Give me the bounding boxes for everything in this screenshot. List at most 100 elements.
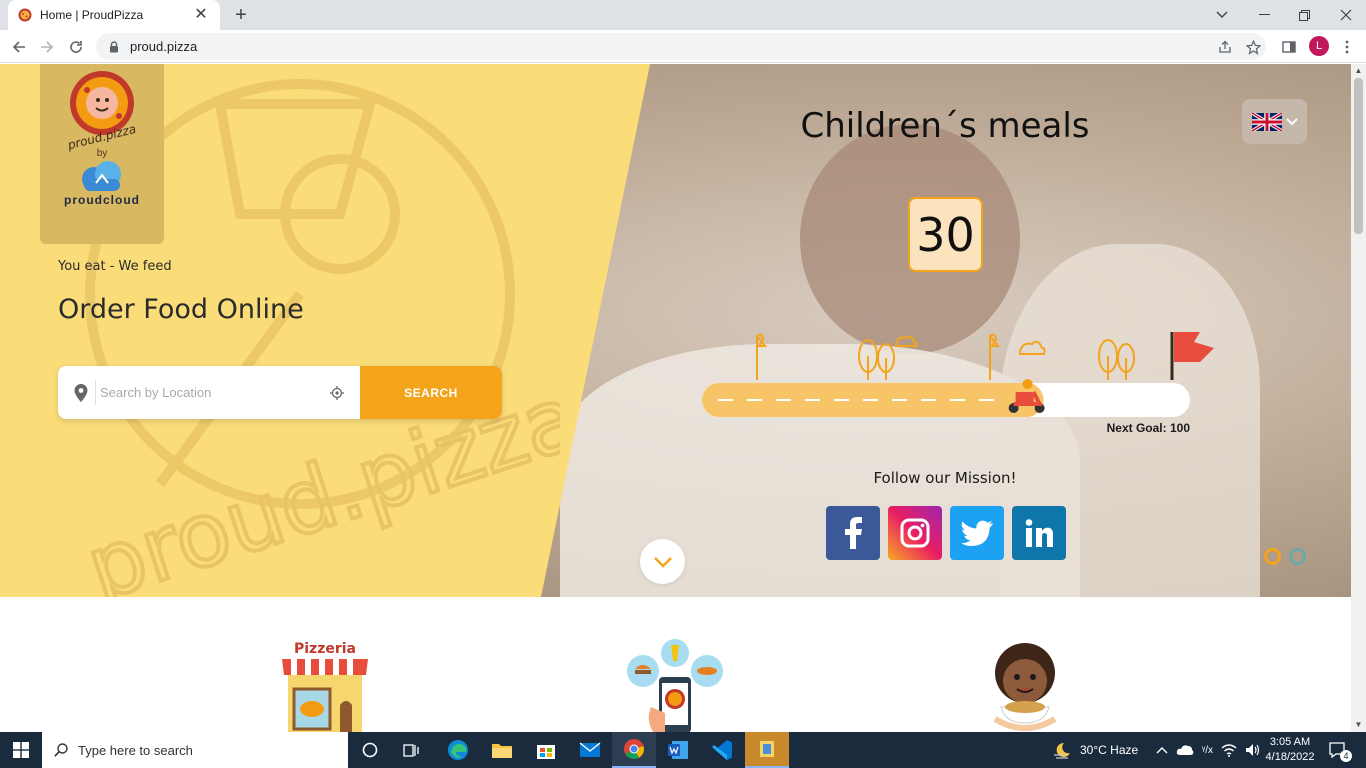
svg-text:Pizzeria: Pizzeria: [294, 641, 356, 657]
instagram-button[interactable]: [888, 506, 942, 560]
page-viewport: proud.pizza proud.pizza by proudcloud Yo…: [0, 64, 1351, 732]
scroll-down-button[interactable]: [640, 539, 685, 584]
clock-date: 4/18/2022: [1265, 751, 1315, 763]
tree-icon: [1098, 339, 1135, 380]
system-clock[interactable]: 3:05 AM 4/18/2022: [1260, 735, 1320, 765]
sticky-app-icon[interactable]: [745, 732, 789, 768]
minimize-icon[interactable]: [1244, 0, 1284, 30]
goal-flag-icon: [1170, 332, 1214, 380]
search-icon: [54, 743, 68, 757]
next-goal-label: Next Goal: 100: [1106, 421, 1190, 435]
edge-browser-icon[interactable]: [436, 732, 480, 768]
tab-title: Home | ProudPizza: [40, 8, 144, 22]
chevron-down-icon: [653, 556, 672, 568]
file-explorer-icon[interactable]: [480, 732, 524, 768]
browser-tab[interactable]: Home | ProudPizza ✕: [8, 0, 220, 30]
cloud-icon: [895, 335, 918, 347]
scroll-thumb[interactable]: [1354, 78, 1363, 234]
forward-icon[interactable]: [36, 36, 58, 58]
tree-icon: [858, 339, 895, 380]
taskbar-search-box[interactable]: Type here to search: [42, 732, 348, 768]
vscode-icon[interactable]: [700, 732, 744, 768]
facebook-icon: [845, 517, 862, 549]
brand-by-label: by: [96, 148, 108, 159]
map-pin-icon: [74, 384, 88, 402]
taskbar-search-placeholder: Type here to search: [78, 742, 193, 758]
search-divider: [95, 380, 96, 405]
hero-section: proud.pizza proud.pizza by proudcloud Yo…: [0, 64, 1351, 597]
notification-badge: 4: [1340, 750, 1352, 762]
system-tray: ᵞ/x: [1156, 732, 1261, 768]
proudcloud-logo-icon: [82, 161, 121, 191]
chevron-up-icon[interactable]: [1156, 746, 1168, 754]
clock-time: 3:05 AM: [1269, 736, 1311, 748]
new-tab-icon[interactable]: +: [230, 4, 252, 26]
wifi-icon[interactable]: [1221, 743, 1237, 757]
brand-logo-box[interactable]: proud.pizza by proudcloud: [40, 64, 164, 244]
lock-icon: [110, 40, 118, 52]
weather-widget[interactable]: 30°C Haze: [1052, 732, 1138, 768]
scroll-up-arrow-icon[interactable]: ▲: [1351, 64, 1366, 78]
facebook-button[interactable]: [826, 506, 880, 560]
back-icon[interactable]: [8, 36, 30, 58]
location-search-input[interactable]: [100, 366, 320, 419]
notification-center[interactable]: 4: [1328, 732, 1352, 768]
windows-logo-icon: [13, 742, 29, 758]
phone-order-icon: [627, 639, 723, 732]
cloud-icon: [1019, 340, 1046, 355]
lamp-post-icon: [755, 333, 768, 380]
linkedin-icon: [1025, 519, 1053, 547]
scroll-down-arrow-icon[interactable]: ▼: [1351, 718, 1366, 732]
weather-text: 30°C Haze: [1080, 743, 1139, 757]
search-button[interactable]: SEARCH: [360, 366, 502, 419]
address-bar[interactable]: proud.pizza: [96, 33, 1266, 60]
tagline: You eat - We feed: [58, 259, 172, 274]
windows-start-button[interactable]: [0, 732, 42, 768]
chrome-icon[interactable]: [612, 732, 656, 768]
partner-name: proudcloud: [64, 193, 140, 207]
mail-icon[interactable]: [568, 732, 612, 768]
lamp-post-icon: [988, 333, 1001, 380]
uk-flag-icon: [1251, 112, 1282, 131]
ime-indicator-icon[interactable]: ᵞ/x: [1202, 745, 1213, 756]
bookmark-star-icon[interactable]: [1242, 36, 1264, 58]
locate-me-icon[interactable]: [330, 386, 344, 400]
carousel-dot[interactable]: [1289, 548, 1306, 565]
browser-toolbar: proud.pizza L: [0, 30, 1366, 63]
language-selector[interactable]: [1242, 99, 1307, 144]
reload-icon[interactable]: [65, 36, 87, 58]
instagram-icon: [900, 518, 930, 548]
chevron-down-icon: [1285, 117, 1298, 125]
menu-kebab-icon[interactable]: [1336, 36, 1358, 58]
close-window-icon[interactable]: [1326, 0, 1366, 30]
pizza-favicon-icon: [18, 8, 32, 22]
windows-taskbar: Type here to search 30°C Haze ᵞ/x 3:05 A…: [0, 732, 1366, 768]
browser-tab-strip: Home | ProudPizza ✕ +: [0, 0, 1366, 30]
childrens-meals-title: Children´s meals: [800, 106, 1090, 146]
tab-close-icon[interactable]: ✕: [192, 6, 210, 24]
follow-mission-label: Follow our Mission!: [873, 469, 1017, 487]
restore-icon[interactable]: [1284, 0, 1324, 30]
cortana-icon[interactable]: [348, 732, 392, 768]
carousel-dot-active[interactable]: [1264, 548, 1281, 565]
share-icon[interactable]: [1214, 36, 1236, 58]
features-section: Pizzeria: [0, 597, 1351, 732]
child-eating-icon: [993, 643, 1057, 731]
word-icon[interactable]: [656, 732, 700, 768]
task-view-icon[interactable]: [390, 732, 434, 768]
onedrive-icon[interactable]: [1176, 743, 1194, 757]
meals-counter: 30: [908, 197, 983, 272]
page-scrollbar[interactable]: ▲ ▼: [1351, 64, 1366, 732]
twitter-button[interactable]: [950, 506, 1004, 560]
twitter-icon: [961, 520, 993, 546]
pizzeria-shop-icon: Pizzeria: [282, 641, 368, 732]
moon-haze-icon: [1054, 742, 1070, 759]
volume-icon[interactable]: [1245, 743, 1261, 757]
profile-avatar[interactable]: L: [1309, 36, 1329, 56]
location-search-bar: SEARCH: [58, 366, 502, 419]
side-panel-icon[interactable]: [1278, 36, 1300, 58]
url-text: proud.pizza: [130, 39, 198, 54]
linkedin-button[interactable]: [1012, 506, 1066, 560]
tab-search-icon[interactable]: [1202, 0, 1242, 30]
microsoft-store-icon[interactable]: [524, 732, 568, 768]
